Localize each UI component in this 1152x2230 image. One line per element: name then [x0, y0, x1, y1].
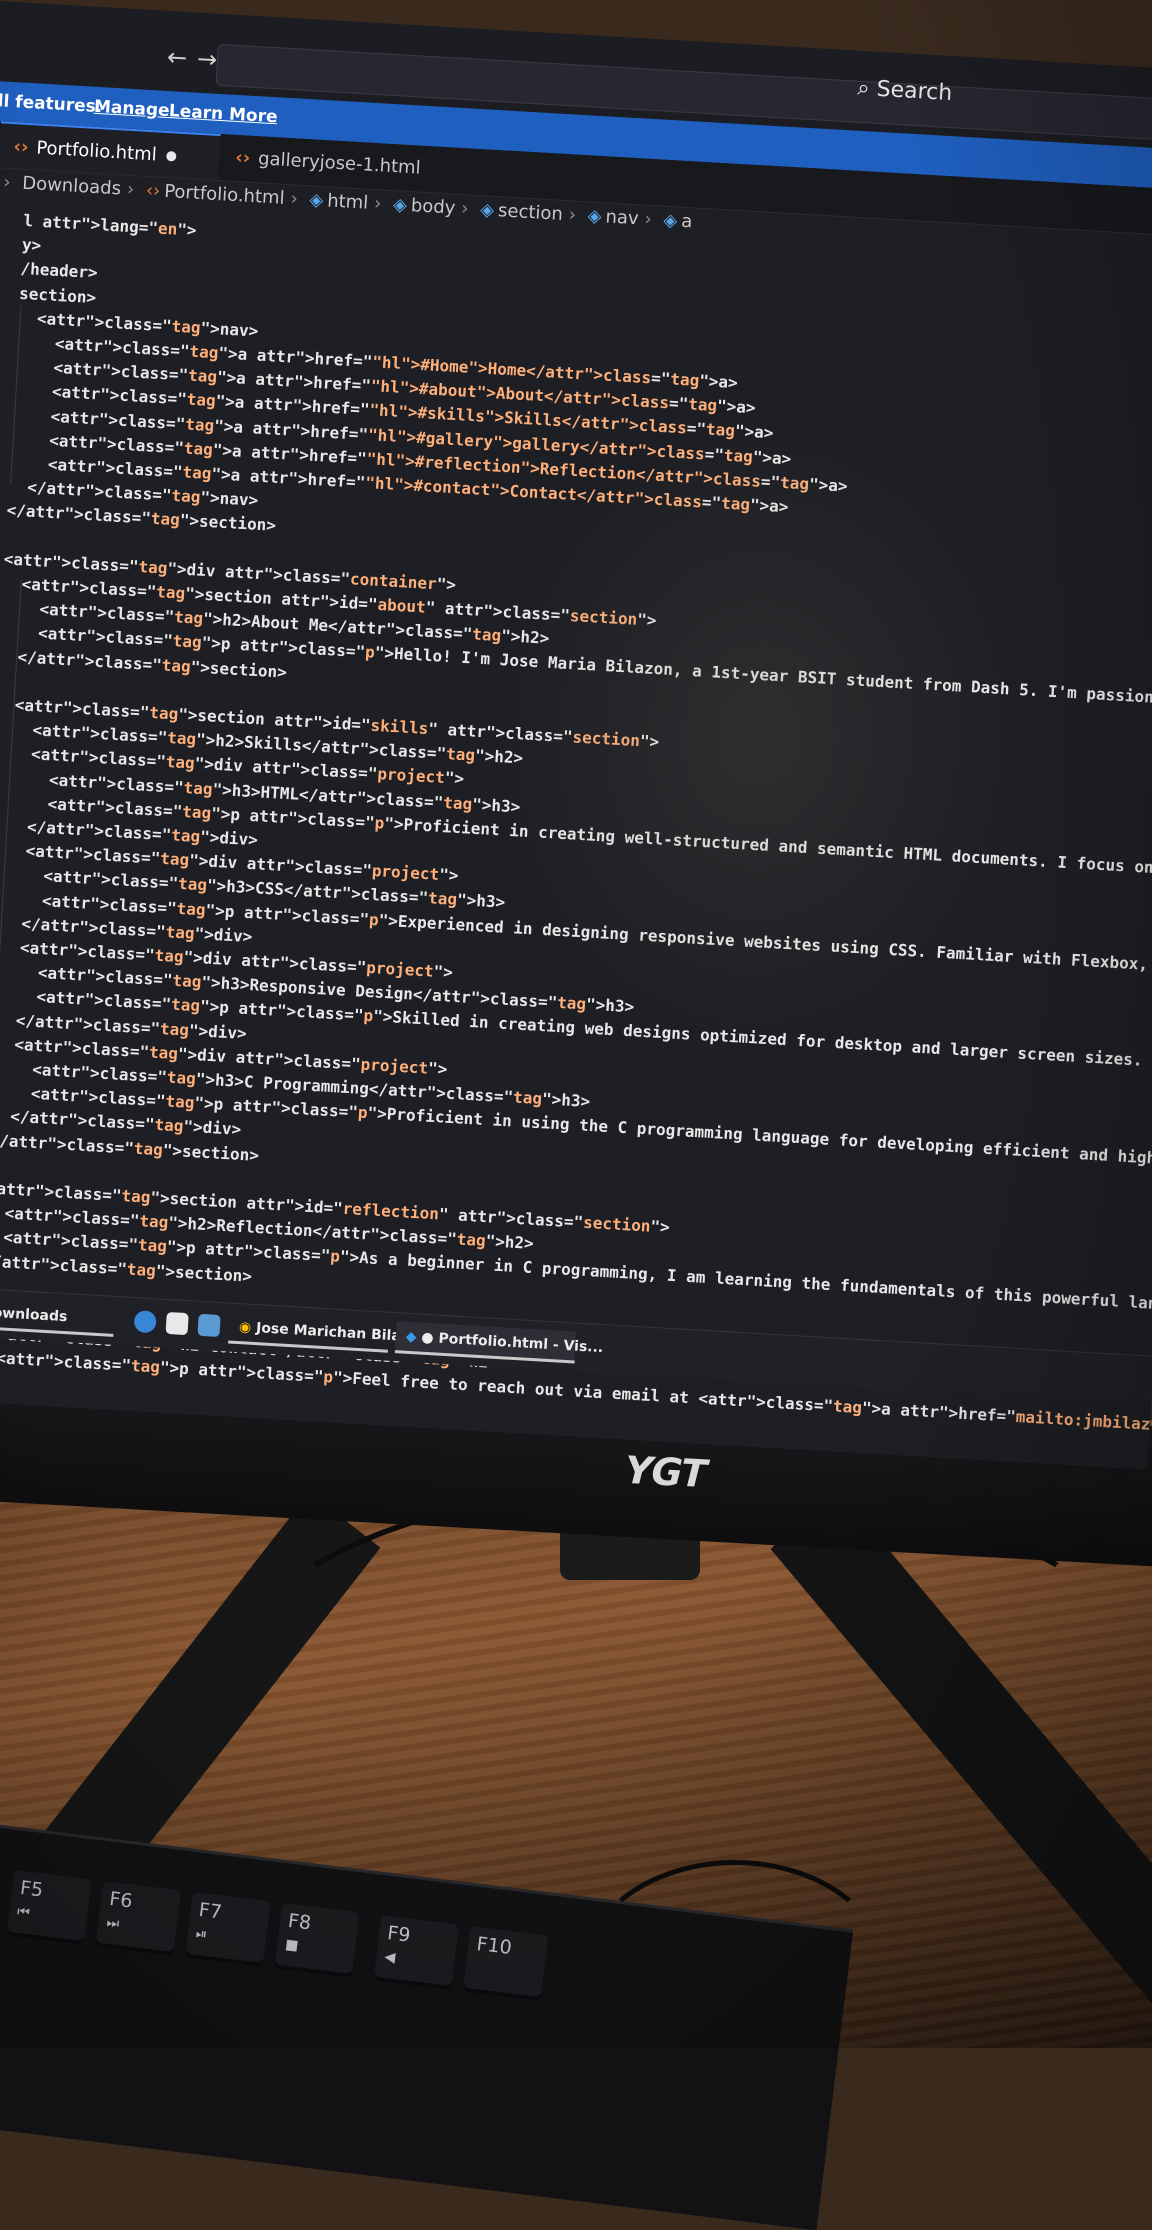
breadcrumb-nav[interactable]: nav — [605, 206, 639, 229]
element-cube-icon: ◈ — [587, 205, 603, 228]
html-file-icon: ‹› — [145, 179, 161, 202]
html-file-icon: ‹› — [234, 146, 251, 169]
taskbar-browser-window[interactable]: ◉ Jose Marichan Bilazo... — [228, 1311, 435, 1353]
key-f9[interactable]: F9 ◀ — [373, 1915, 459, 1991]
line-number — [0, 223, 5, 225]
learn-more-link[interactable]: Learn More — [168, 101, 278, 127]
notice-text: all features. — [0, 90, 103, 118]
line-number — [0, 271, 2, 273]
vscode-icon: ◆ — [405, 1328, 417, 1346]
back-arrow-icon[interactable]: ← — [166, 43, 198, 73]
key-f7[interactable]: F7 ⏯ — [184, 1891, 271, 1967]
edge-browser-icon[interactable] — [133, 1310, 157, 1334]
code-editor[interactable]: l attr">lang="en"> y>/header> section> <at… — [0, 205, 1152, 1451]
line-number — [0, 247, 4, 249]
code-text: l attr">lang="en"> — [22, 210, 198, 240]
breadcrumb-html[interactable]: html — [327, 190, 369, 213]
element-cube-icon: ◈ — [479, 199, 495, 221]
monitor-brand-logo: YGT — [623, 1447, 708, 1497]
code-text: section> — [18, 283, 97, 307]
element-cube-icon: ◈ — [308, 189, 324, 212]
code-line[interactable] — [0, 520, 6, 547]
code-line[interactable]: y> — [0, 230, 42, 258]
unsaved-dot-icon — [166, 151, 177, 162]
taskbar-downloads[interactable]: ⬇ Downloads — [0, 1295, 116, 1337]
mail-icon[interactable] — [197, 1313, 221, 1337]
breadcrumb-section[interactable]: section — [497, 200, 563, 225]
monitor-screen: ←→ ⌕ Search all features. Manage Learn M… — [0, 0, 1152, 1470]
key-f10[interactable]: F10 — [462, 1926, 549, 2002]
key-f5[interactable]: F5 ⏮ — [6, 1869, 92, 1946]
code-text: y> — [21, 235, 42, 256]
search-icon: ⌕ — [856, 75, 871, 102]
chrome-icon: ◉ — [238, 1319, 252, 1336]
html-file-icon: ‹› — [13, 136, 30, 159]
line-number — [0, 295, 1, 297]
breadcrumb-a[interactable]: a — [681, 211, 693, 233]
file-explorer-icon[interactable] — [165, 1311, 189, 1336]
breadcrumb-body[interactable]: body — [410, 195, 456, 219]
manage-link[interactable]: Manage — [93, 97, 170, 121]
key-f6[interactable]: F6 ⏭ — [95, 1880, 182, 1956]
key-f8[interactable]: F8 ■ — [274, 1902, 360, 1978]
element-cube-icon: ◈ — [662, 209, 678, 232]
breadcrumb-downloads[interactable]: Downloads — [22, 173, 122, 200]
code-text: /header> — [20, 259, 99, 283]
breadcrumb-file[interactable]: Portfolio.html — [164, 181, 285, 209]
taskbar-vscode-window[interactable]: ◆ ● Portfolio.html - Vis... — [394, 1321, 604, 1364]
element-cube-icon: ◈ — [392, 194, 408, 216]
search-label: ⌕ Search — [856, 75, 953, 107]
